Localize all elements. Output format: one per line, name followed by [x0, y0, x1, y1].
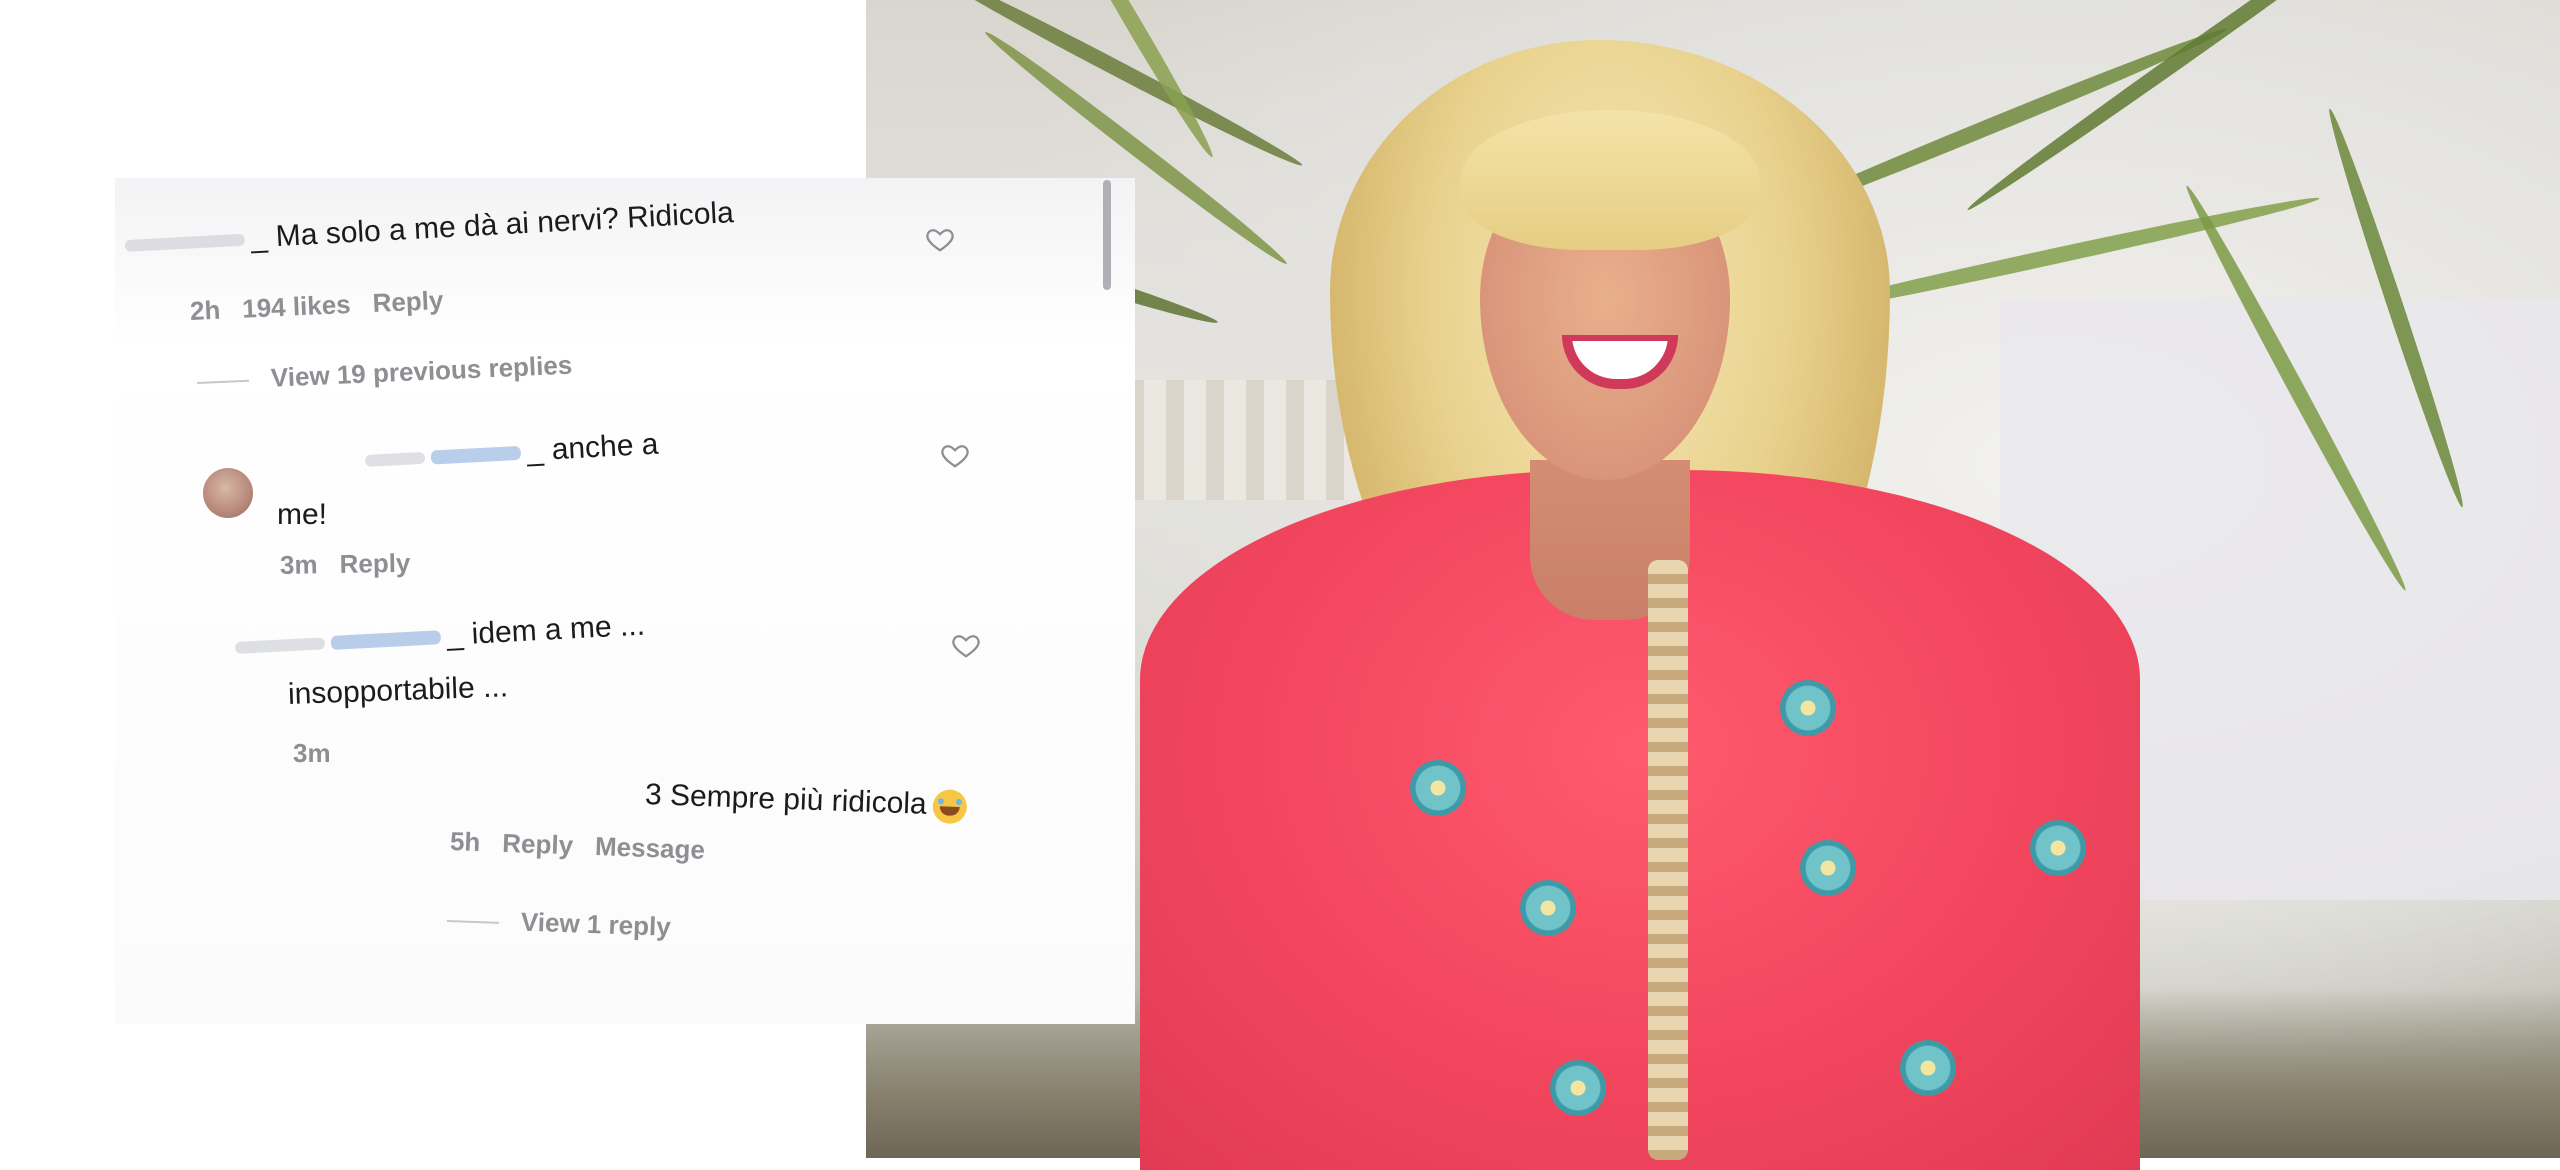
view-previous-replies[interactable]: View 19 previous replies — [196, 349, 595, 397]
comment-2-continued: me! — [277, 498, 328, 531]
view-replies[interactable]: View 1 reply — [446, 904, 693, 944]
dress-embroidery — [1900, 1040, 1956, 1096]
like-heart-icon[interactable] — [951, 630, 981, 660]
comment-4-meta: 5h Reply Message — [449, 826, 727, 867]
comment-4-message-button[interactable]: Message — [595, 831, 706, 865]
comment-4-time: 5h — [449, 826, 481, 858]
divider-dash — [446, 920, 499, 924]
comments-screenshot: _ Ma solo a me dà ai nervi? Ridicola 2h 1… — [115, 178, 1135, 1024]
dress-embroidery — [1520, 880, 1576, 936]
divider-dash — [197, 379, 250, 385]
comment-1-text: _ Ma solo a me dà ai nervi? Ridicola — [249, 196, 735, 255]
comment-2-time: 3m — [279, 549, 318, 580]
comment-2-reply-button[interactable]: Reply — [339, 548, 410, 579]
like-heart-icon[interactable] — [925, 224, 955, 254]
redacted-username — [124, 233, 246, 253]
comment-3-meta: 3m — [293, 738, 353, 769]
comment-4-text: 3 Sempre più ridicola — [644, 778, 928, 821]
comment-1-reply-button[interactable]: Reply — [372, 285, 444, 318]
redacted-username — [364, 451, 426, 468]
comment-3-time: 3m — [293, 738, 331, 768]
view-replies-label[interactable]: View 1 reply — [520, 907, 671, 942]
avatar[interactable] — [203, 468, 253, 518]
dress-embroidery — [1780, 680, 1836, 736]
redacted-mention — [330, 630, 442, 651]
comment-2-meta: 3m Reply — [280, 547, 433, 581]
person-bangs — [1460, 110, 1760, 250]
redacted-mention — [430, 445, 522, 465]
comment-1: _ Ma solo a me dà ai nervi? Ridicola — [124, 196, 735, 262]
comment-1-time: 2h — [189, 294, 221, 326]
comment-4-reply-button[interactable]: Reply — [502, 828, 574, 860]
dress-embroidery — [1800, 840, 1856, 896]
comment-2-text: _ anche a — [525, 427, 660, 468]
view-previous-replies-label[interactable]: View 19 previous replies — [270, 350, 573, 393]
comment-1-likes[interactable]: 194 likes — [242, 289, 352, 324]
redacted-username — [234, 637, 326, 655]
comment-4: 3 Sempre più ridicola — [644, 778, 968, 825]
comment-2: _ anche a — [364, 428, 659, 477]
dress-trim — [1648, 560, 1688, 1160]
laughing-emoji-icon — [932, 789, 968, 825]
comment-3-text: _ idem a me ... — [445, 608, 646, 652]
dress-embroidery — [1550, 1060, 1606, 1116]
dress-embroidery — [1410, 760, 1466, 816]
dress-embroidery — [2030, 820, 2086, 876]
comment-1-meta: 2h 194 likes Reply — [189, 284, 466, 327]
like-heart-icon[interactable] — [940, 440, 970, 470]
comment-3: _ idem a me ... — [234, 609, 646, 664]
scrollbar[interactable] — [1103, 180, 1111, 290]
comment-3-continued: insopportabile ... — [287, 670, 509, 711]
